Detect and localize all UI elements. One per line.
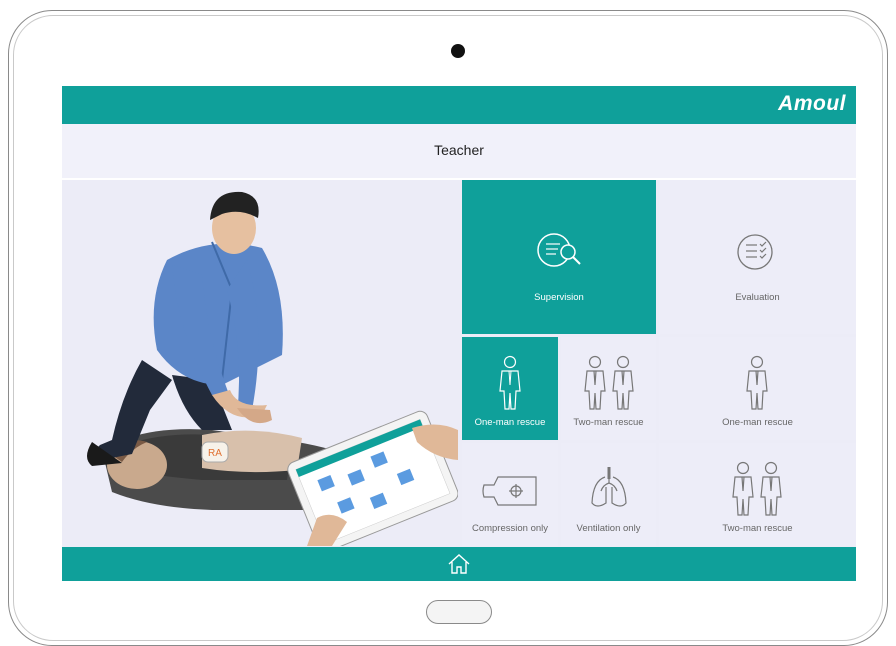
- title-bar: Teacher: [62, 124, 856, 180]
- tile-one-man-rescue-teacher[interactable]: One-man rescue: [462, 337, 558, 440]
- tile-one-man-rescue-evaluation[interactable]: One-man rescue: [659, 337, 856, 440]
- tile-supervision[interactable]: Supervision: [462, 180, 656, 334]
- tile-two-man-rescue-evaluation[interactable]: Two-man rescue: [659, 443, 856, 546]
- home-icon[interactable]: [447, 553, 471, 575]
- tile-ventilation-only[interactable]: Ventilation only: [561, 443, 656, 546]
- tile-two-man-rescue-teacher[interactable]: Two-man rescue: [561, 337, 656, 440]
- evaluation-label: Evaluation: [735, 292, 780, 303]
- two-man-rescue-label: Two-man rescue: [573, 417, 644, 428]
- camera-icon: [451, 44, 465, 58]
- bottom-bar: [62, 547, 856, 581]
- two-person-icon: [584, 355, 634, 410]
- two-person-icon: [732, 461, 782, 516]
- two-man-rescue-eval-label: Two-man rescue: [722, 523, 793, 534]
- ventilation-only-label: Ventilation only: [576, 523, 641, 534]
- app-screen: Amoul Teacher RA Supervision Evaluation …: [62, 86, 856, 581]
- search-list-icon: [537, 233, 581, 267]
- checklist-icon: [737, 234, 773, 270]
- manikin-torso-icon: [482, 476, 537, 506]
- page-title: Teacher: [434, 142, 484, 158]
- person-icon: [746, 355, 768, 410]
- one-man-rescue-eval-label: One-man rescue: [722, 417, 793, 428]
- one-man-rescue-label: One-man rescue: [474, 417, 546, 428]
- cpr-illustration: RA: [62, 180, 459, 553]
- person-icon: [499, 355, 521, 410]
- tile-evaluation[interactable]: Evaluation: [659, 180, 856, 334]
- brand-logo: Amoul: [778, 92, 846, 115]
- tile-compression-only[interactable]: Compression only: [462, 443, 558, 546]
- lungs-icon: [591, 467, 627, 507]
- supervision-label: Supervision: [534, 292, 584, 303]
- cpr-scene-image: RA: [87, 191, 459, 553]
- svg-text:RA: RA: [208, 448, 222, 459]
- compression-only-label: Compression only: [471, 523, 549, 534]
- top-bar: Amoul: [62, 86, 856, 124]
- hardware-home-button[interactable]: [426, 600, 492, 624]
